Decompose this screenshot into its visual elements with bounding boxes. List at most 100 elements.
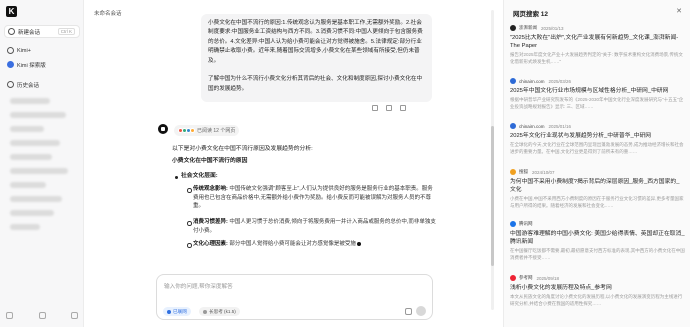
collapse-sidebar-icon[interactable] (71, 312, 78, 319)
history-item[interactable] (10, 224, 40, 230)
result-snippet: 本文从民族文化的角度讨论小费文化的发展历程,以小费文化的发展演变历程为主线进行研… (510, 294, 683, 306)
ai-point-text: 部分中国人觉得给小费可能会让对方感觉像是被受施 (229, 241, 356, 247)
result-snippet: 根据中研普华产业研究院发布的《2025-2030年中国文化行业深度发展研究与"十… (510, 97, 684, 109)
source-favicon-icon (510, 25, 516, 31)
page-title[interactable]: 未命名会话 (94, 9, 122, 17)
result-meta: chinairn.com 2025/01/16 (510, 122, 685, 130)
history-item[interactable] (10, 112, 66, 118)
share-icon[interactable] (400, 105, 406, 111)
sidebar-item-label: Kimi 探索版 (17, 62, 46, 69)
settings-icon[interactable] (6, 312, 13, 319)
kimi-logo-icon[interactable]: K (6, 6, 17, 17)
long-think-toggle[interactable]: 长思考 (k1.5) (199, 307, 240, 316)
copy-icon[interactable] (372, 105, 378, 111)
ai-point-title: 传统观念影响: (193, 186, 228, 192)
new-chat-label: 新建会话 (18, 29, 41, 36)
result-snippet: 在中国餐厅吃饭都不需要,最初,最初愿意支付西方标准的表现,其中西方的小费文化在中… (510, 248, 685, 260)
kimi-avatar (158, 124, 168, 134)
result-source: chinairn.com (519, 123, 545, 129)
history-item[interactable] (10, 196, 62, 202)
ai-point-title: 文化心理因素: (193, 241, 228, 247)
shortcut-hint: Ctrl K (57, 28, 75, 35)
history-item[interactable] (10, 182, 46, 188)
search-status-text: 已阅读 12 个网页 (197, 128, 236, 134)
input-actions (405, 306, 426, 316)
edit-icon[interactable] (386, 105, 392, 111)
result-snippet: 在全球化的今天,文化行业在全球范围内呈现出蓬勃发展的态势,成为推动经济增长和社会… (510, 142, 684, 154)
ai-point: 传统观念影响: 中国传统文化强调"顾客至上",人们认为提供良好的服务是服务行业的… (187, 185, 437, 211)
result-source: 搜狐 (519, 169, 528, 174)
result-title[interactable]: 2025年文化行业现状与发展趋势分析_中研普华_中研网 (510, 132, 685, 140)
result-title[interactable]: 中国游客难理解的中国小费文化: 美国少给得表情、英国却正在取消_腾讯新闻 (510, 230, 685, 246)
ai-point-text: 中国人更习惯于总价消费,倾向于将服务费用一并计入商品或服务的总价中,而非单独支付… (193, 219, 436, 234)
source-favicon-icon (510, 78, 516, 84)
search-result-card[interactable]: 澎湃新闻 2025/01/13 "2025比大败在"出炉",文化产业发展有何新趋… (510, 24, 685, 65)
history-item[interactable] (10, 210, 54, 216)
close-icon[interactable]: ✕ (676, 7, 682, 15)
typing-cursor (356, 241, 361, 246)
ai-intro: 以下是对小费文化在中国不流行原因及发展趋势的分析: (172, 146, 313, 152)
result-source: 腾讯网 (519, 221, 533, 226)
result-meta: 澎湃新闻 2025/01/13 (510, 24, 685, 32)
search-result-card[interactable]: chinairn.com 2025/01/16 2025年文化行业现状与发展趋势… (510, 122, 685, 155)
panel-title: 网页搜索 12 (513, 11, 549, 18)
result-title[interactable]: 为何中国不采用小费制度?揭示背后的深层原因_服务_西方国家的_文化 (510, 178, 685, 194)
source-favicon-icon (510, 123, 516, 129)
history-item[interactable] (10, 126, 44, 132)
result-date: 2025/03/26 (548, 78, 572, 84)
user-message-text: 小费文化在中国不流行的原因:1.传统观念认为服务是基本职工作,无需额外奖励。2.… (208, 20, 423, 92)
result-date: 2024/10/07 (532, 169, 555, 175)
user-message: 小费文化在中国不流行的原因:1.传统观念认为服务是基本职工作,无需额外奖励。2.… (201, 14, 432, 102)
kimi-plus-icon (7, 47, 14, 54)
user-avatar-icon[interactable] (38, 312, 46, 319)
result-date: 2025/01/16 (548, 123, 572, 129)
ai-point-text: 中国传统文化强调"顾客至上",人们认为提供良好的服务是服务行业的基本职责。服务费… (193, 186, 433, 210)
result-meta: chinairn.com 2025/03/26 (510, 77, 685, 85)
result-date: 2025/09/18 (536, 275, 560, 281)
result-title[interactable]: 2025年中国文化行业市场规模与区域性格分析_中研网_中研网 (510, 87, 685, 95)
sidebar-item-explore[interactable]: Kimi 探索版 (4, 58, 80, 71)
result-meta: 腾讯网 (510, 220, 685, 228)
sidebar-item-label: Kimi+ (17, 47, 31, 54)
plus-icon (8, 28, 15, 35)
history-item[interactable] (10, 168, 68, 174)
result-title[interactable]: "2025比大败在"出炉",文化产业发展有何新趋势_文化课_澎湃新闻-The P… (510, 34, 685, 50)
search-result-card[interactable]: 参考网 2025/09/18 浅析小费文化的发展历程及特点_参考网 本文从民族文… (510, 274, 685, 307)
history-item[interactable] (10, 140, 60, 146)
long-think-label: 长思考 (k1.5) (209, 308, 236, 314)
history-icon (7, 81, 14, 88)
sidebar-item-label: 历史会话 (17, 82, 40, 89)
result-title[interactable]: 浅析小费文化的发展历程及特点_参考网 (510, 284, 685, 292)
search-result-card[interactable]: 腾讯网 中国游客难理解的中国小费文化: 美国少给得表情、英国却正在取消_腾讯新闻… (510, 220, 685, 261)
source-favicon-icon (510, 221, 516, 227)
result-source: chinairn.com (519, 78, 545, 84)
source-favicons (178, 128, 195, 133)
source-favicon-icon (510, 275, 516, 281)
chat-input-box[interactable]: 输入你的问题,帮你深度解答 已联网 长思考 (k1.5) (156, 274, 433, 320)
ai-point: 消费习惯差异: 中国人更习惯于总价消费,倾向于将服务费用一并计入商品或服务的总价… (187, 218, 437, 235)
history-item[interactable] (10, 154, 52, 160)
result-date: 2025/01/13 (541, 25, 564, 31)
sidebar-item-history[interactable]: 历史会话 (4, 78, 80, 91)
ai-section-bullet: 社会文化层面: (175, 173, 218, 179)
search-status-chip[interactable]: 已阅读 12 个网页 (174, 125, 240, 136)
ai-point: 文化心理因素: 部分中国人觉得给小费可能会让对方感觉像是被受施 (187, 240, 437, 249)
history-item[interactable] (10, 98, 50, 104)
search-result-card[interactable]: 搜狐 2024/10/07 为何中国不采用小费制度?揭示背后的深层原因_服务_西… (510, 168, 685, 209)
result-snippet: 小费在中国,中国不采用西方小费制度的原因在于服务行业文化习惯的差异,更多考量国家… (510, 196, 684, 208)
sidebar-item-kimi-plus[interactable]: Kimi+ (4, 44, 80, 57)
web-search-toggle[interactable]: 已联网 (163, 307, 191, 316)
globe-icon (167, 309, 171, 314)
search-results-panel: 网页搜索 12 ✕ 澎湃新闻 2025/01/13 "2025比大败在"出炉",… (503, 0, 690, 327)
attach-icon[interactable] (405, 307, 412, 315)
think-icon (203, 309, 207, 314)
chat-scrollbar-thumb[interactable] (491, 126, 494, 266)
chat-input-placeholder[interactable]: 输入你的问题,帮你深度解答 (164, 282, 233, 290)
ai-point-title: 消费习惯差异: (193, 219, 228, 225)
result-source: 澎湃新闻 (519, 25, 537, 30)
send-button[interactable] (416, 306, 426, 316)
search-result-card[interactable]: chinairn.com 2025/03/26 2025年中国文化行业市场规模与… (510, 77, 685, 110)
result-source: 参考网 (519, 275, 533, 280)
new-chat-button[interactable]: 新建会话 Ctrl K (4, 25, 80, 38)
result-meta: 搜狐 2024/10/07 (510, 168, 685, 176)
